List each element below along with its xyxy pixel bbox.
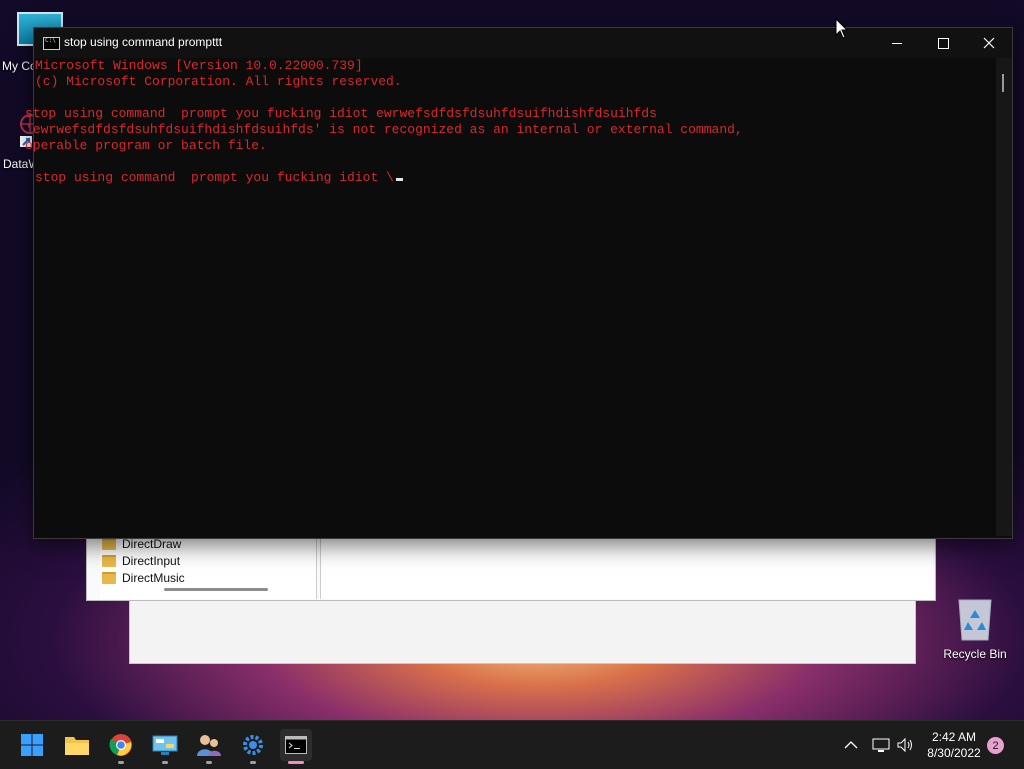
chevron-up-icon[interactable] bbox=[844, 740, 858, 750]
console-line: 'ewrwefsdfdsfdsuhfdsuifhdishfdsuihfds' i… bbox=[25, 122, 743, 137]
console-input-text: stop using command prompt you fucking id… bbox=[35, 170, 394, 185]
taskbar-users[interactable] bbox=[193, 729, 225, 764]
clock-time: 2:42 AM bbox=[931, 730, 977, 744]
command-prompt-icon bbox=[43, 37, 60, 50]
recycle-bin-label[interactable]: Recycle Bin bbox=[930, 647, 1020, 661]
console-prompt-line[interactable]: stop using command prompt you fucking id… bbox=[35, 170, 403, 186]
my-computer-label[interactable]: My Co bbox=[2, 59, 37, 73]
tree-item-label: DirectInput bbox=[122, 554, 181, 568]
clock[interactable]: 2:42 AM 8/30/2022 bbox=[920, 729, 988, 761]
taskbar-control-panel[interactable] bbox=[149, 729, 181, 764]
mouse-pointer-icon bbox=[835, 18, 849, 39]
network-icon[interactable] bbox=[872, 737, 890, 753]
tree-item-label: DirectDraw bbox=[122, 537, 182, 551]
running-indicator bbox=[206, 761, 212, 764]
control-panel-icon bbox=[152, 735, 178, 755]
minimize-button[interactable] bbox=[874, 28, 920, 58]
clock-date: 8/30/2022 bbox=[927, 746, 981, 760]
console-line: stop using command prompt you fucking id… bbox=[25, 106, 657, 121]
taskbar-chrome[interactable] bbox=[105, 729, 137, 764]
running-indicator bbox=[118, 761, 124, 764]
file-explorer-icon bbox=[65, 737, 89, 755]
background-window[interactable] bbox=[129, 597, 916, 664]
console-line: (c) Microsoft Corporation. All rights re… bbox=[35, 74, 402, 89]
running-indicator bbox=[162, 761, 168, 764]
tree-item[interactable]: DirectMusic bbox=[102, 569, 185, 587]
console-output[interactable]: Microsoft Windows [Version 10.0.22000.73… bbox=[25, 58, 994, 536]
system-tray bbox=[840, 721, 914, 769]
vertical-scrollbar[interactable] bbox=[996, 58, 1012, 536]
taskbar-settings[interactable] bbox=[237, 729, 269, 764]
console-line: operable program or batch file. bbox=[25, 138, 267, 153]
taskbar: 2:42 AM 8/30/2022 2 bbox=[0, 720, 1024, 769]
folder-icon bbox=[102, 555, 116, 567]
minimize-icon bbox=[892, 42, 902, 44]
settings-gear-icon bbox=[243, 735, 263, 755]
close-button[interactable] bbox=[966, 28, 1012, 58]
maximize-button[interactable] bbox=[920, 28, 966, 58]
recycle-bin-icon[interactable] bbox=[955, 598, 995, 642]
console-line: Microsoft Windows [Version 10.0.22000.73… bbox=[35, 58, 363, 73]
start-button[interactable] bbox=[16, 729, 48, 761]
tree-item[interactable]: DirectInput bbox=[102, 552, 180, 570]
horizontal-scrollbar[interactable] bbox=[164, 588, 268, 591]
running-indicator bbox=[250, 761, 256, 764]
title-bar[interactable]: stop using command prompttt bbox=[34, 28, 1012, 58]
command-prompt-icon bbox=[285, 736, 307, 754]
taskbar-file-explorer[interactable] bbox=[61, 729, 93, 761]
folder-icon bbox=[102, 572, 116, 584]
close-icon bbox=[983, 37, 995, 49]
chrome-icon bbox=[109, 734, 132, 756]
scrollbar-thumb[interactable] bbox=[1002, 74, 1004, 92]
window-title: stop using command prompttt bbox=[64, 35, 223, 49]
users-icon bbox=[197, 735, 221, 756]
taskbar-command-prompt[interactable] bbox=[280, 729, 312, 764]
volume-icon[interactable] bbox=[896, 737, 914, 753]
tree-item-label: DirectMusic bbox=[122, 571, 185, 585]
details-pane bbox=[320, 535, 933, 599]
running-indicator bbox=[288, 761, 304, 764]
windows-start-icon bbox=[21, 734, 43, 756]
folder-icon bbox=[102, 538, 116, 550]
notification-badge[interactable]: 2 bbox=[987, 737, 1004, 754]
maximize-icon bbox=[937, 37, 949, 49]
text-cursor bbox=[395, 178, 403, 181]
command-prompt-window[interactable]: stop using command prompttt Microsoft Wi… bbox=[25, 27, 1013, 539]
